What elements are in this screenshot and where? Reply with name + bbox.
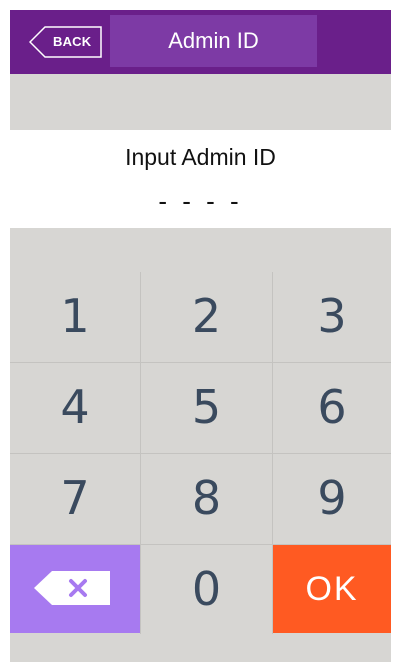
admin-id-screen: BACK Admin ID Input Admin ID - - - - 1 2…: [10, 10, 391, 662]
screen-title: Admin ID: [110, 15, 317, 67]
footer-band: [10, 634, 391, 662]
key-5[interactable]: 5: [141, 363, 272, 451]
header-bar: BACK Admin ID: [10, 10, 391, 74]
back-button[interactable]: BACK: [29, 26, 103, 58]
key-7[interactable]: 7: [10, 454, 140, 542]
back-button-label: BACK: [53, 34, 92, 49]
admin-id-display: - - - -: [158, 186, 243, 216]
key-3[interactable]: 3: [273, 272, 391, 360]
key-1[interactable]: 1: [10, 272, 140, 360]
key-0[interactable]: 0: [141, 545, 272, 633]
backspace-icon: [34, 571, 110, 605]
prompt-area: Input Admin ID - - - -: [10, 130, 391, 228]
keypad-divider: [10, 362, 391, 363]
key-2[interactable]: 2: [141, 272, 272, 360]
backspace-button[interactable]: [10, 545, 140, 633]
keypad-divider: [10, 453, 391, 454]
prompt-text: Input Admin ID: [125, 144, 276, 170]
keypad-divider: [10, 544, 391, 545]
key-9[interactable]: 9: [273, 454, 391, 542]
key-4[interactable]: 4: [10, 363, 140, 451]
key-8[interactable]: 8: [141, 454, 272, 542]
ok-button[interactable]: OK: [273, 545, 391, 633]
numeric-keypad: 1 2 3 4 5 6 7 8 9 0 OK: [10, 272, 391, 634]
key-6[interactable]: 6: [273, 363, 391, 451]
info-band: [10, 74, 391, 130]
